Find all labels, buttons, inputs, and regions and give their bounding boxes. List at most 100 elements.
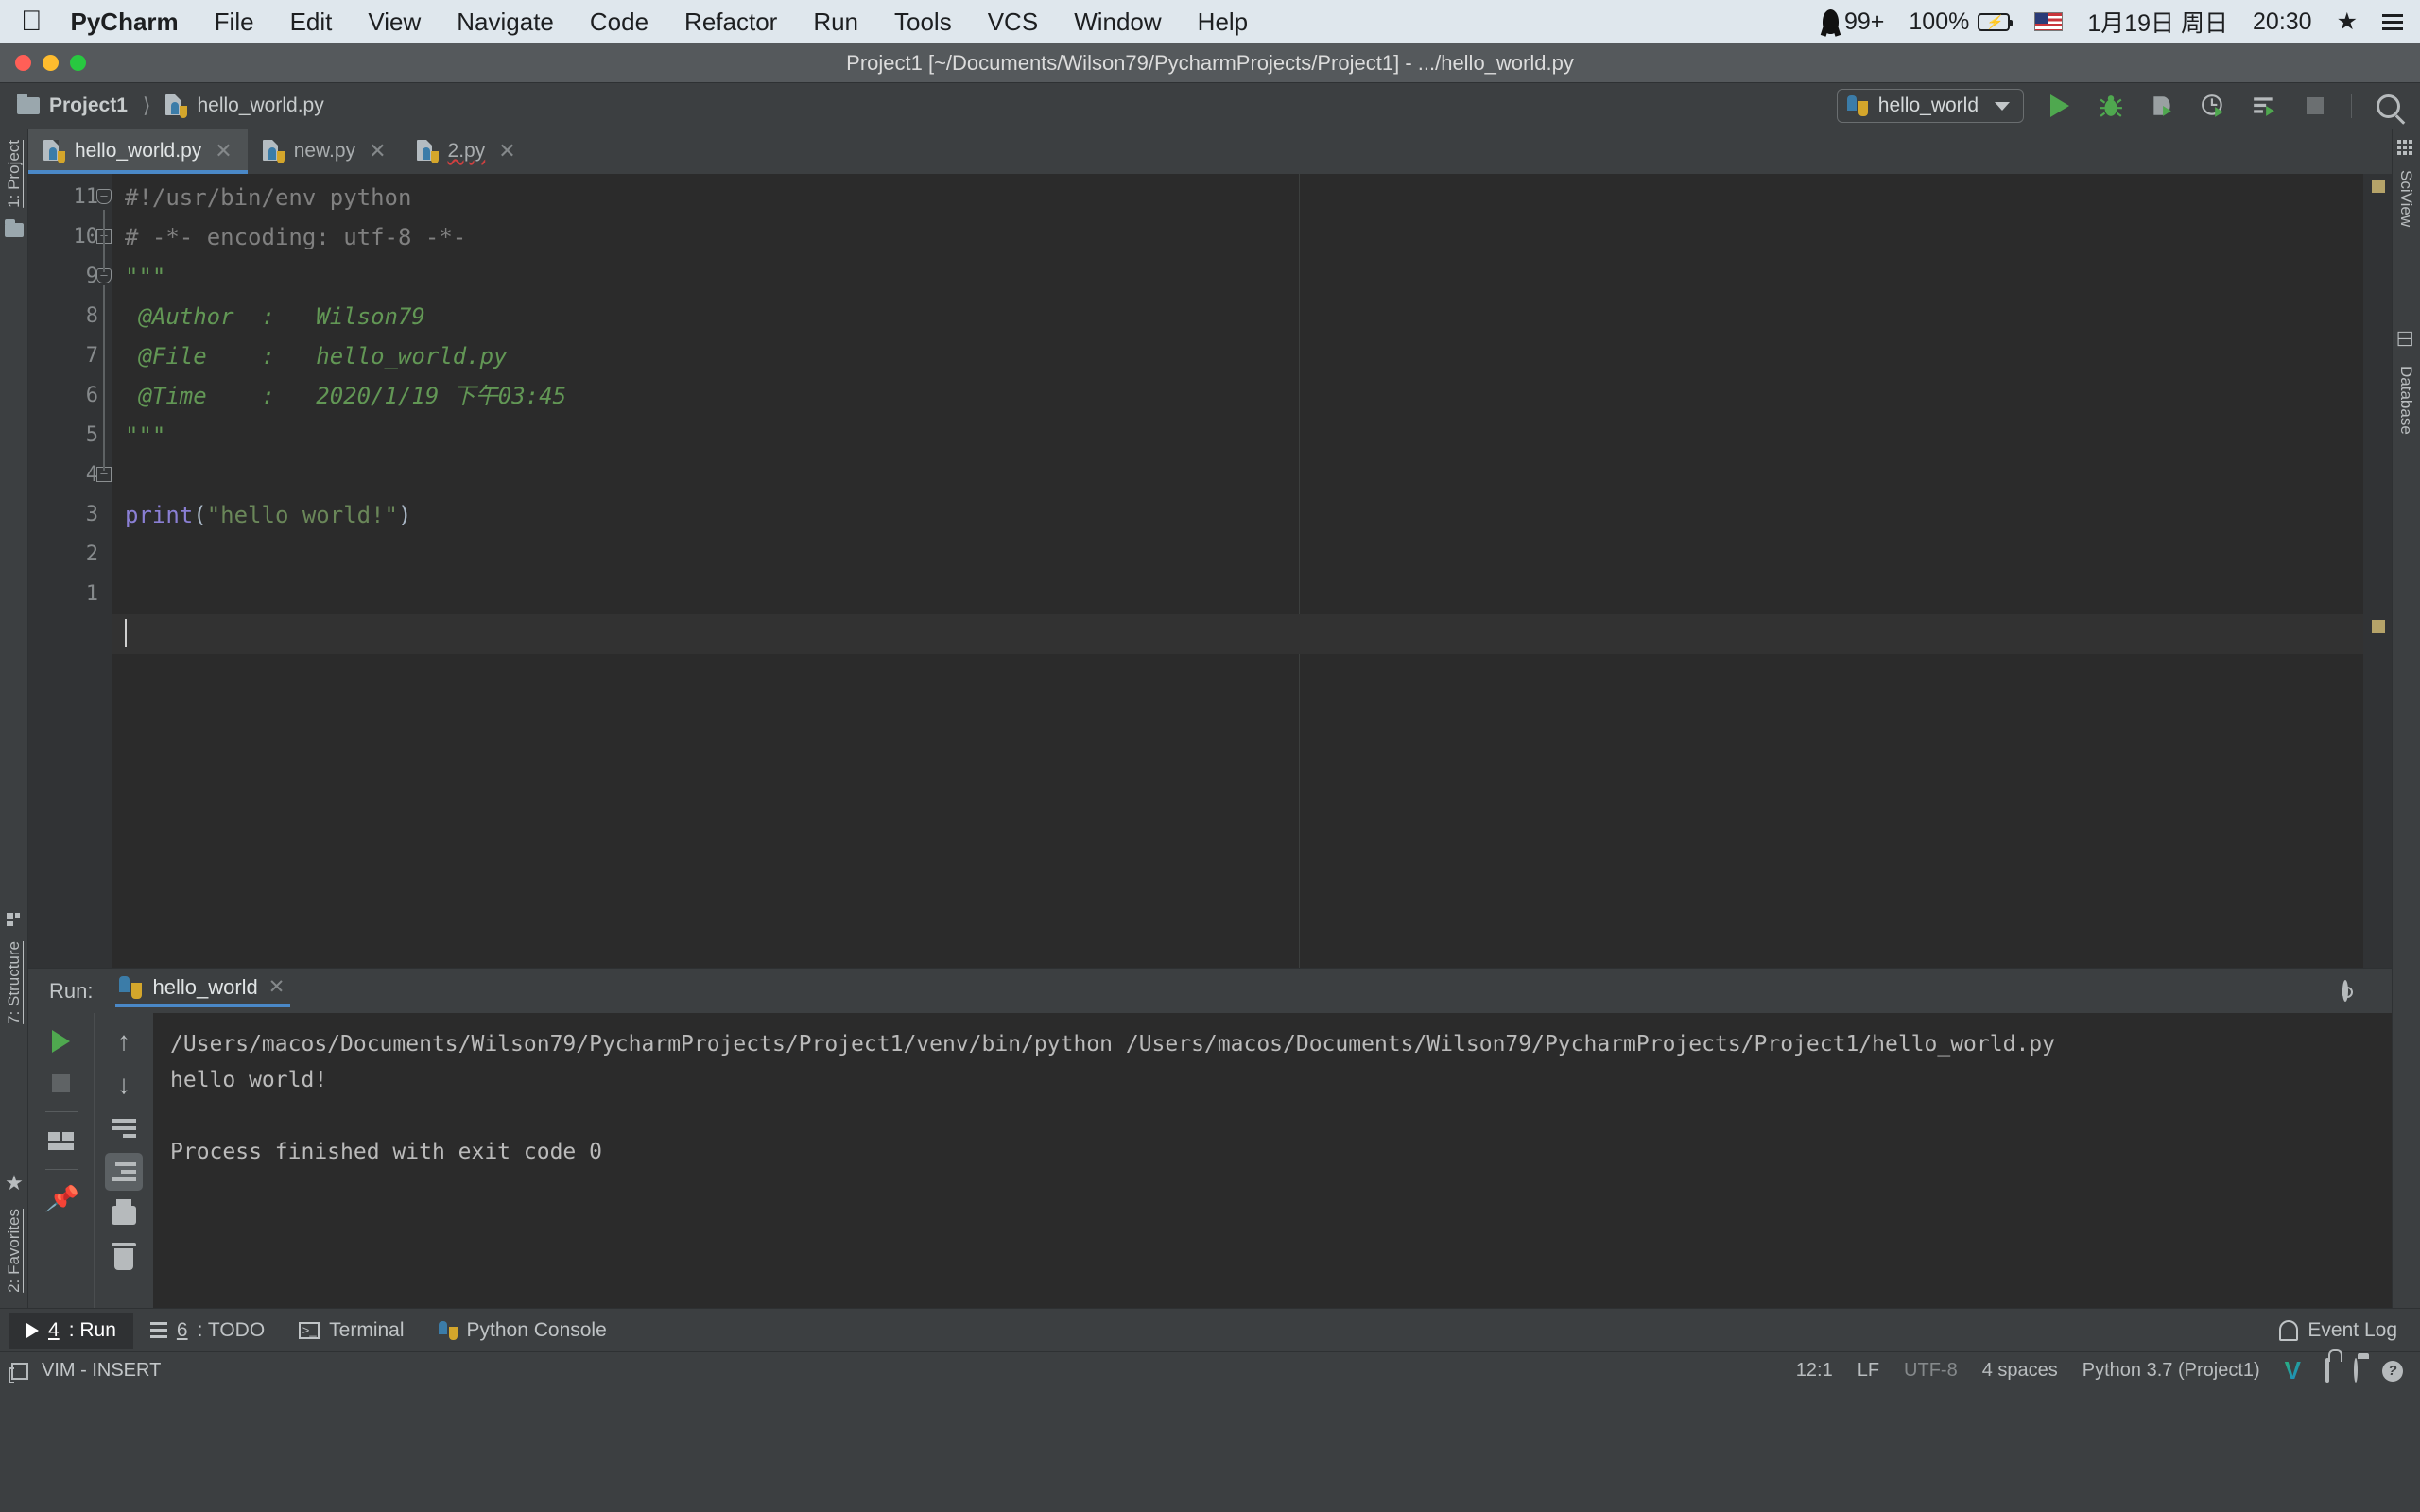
python-interpreter[interactable]: Python 3.7 (Project1) [2083, 1360, 2260, 1382]
qq-badge: 99+ [1843, 8, 1885, 35]
menu-item-file[interactable]: File [215, 8, 254, 37]
tab-new-py[interactable]: new.py ✕ [248, 129, 402, 174]
menu-item-refactor[interactable]: Refactor [684, 8, 777, 37]
menu-item-tools[interactable]: Tools [894, 8, 952, 37]
fold-region-line [103, 285, 105, 471]
trash-icon[interactable] [105, 1240, 143, 1278]
menu-item-window[interactable]: Window [1074, 8, 1161, 37]
sidebar-item-favorites[interactable]: 2: Favorites ★ [5, 1171, 24, 1293]
arrow-up-icon[interactable]: ↑ [105, 1022, 143, 1060]
vim-mode-indicator: VIM - INSERT [42, 1360, 162, 1381]
lock-icon[interactable] [2325, 1358, 2329, 1383]
minimize-window-button[interactable] [43, 55, 59, 71]
bug-icon[interactable] [2096, 91, 2126, 121]
hector-inspection-icon[interactable] [2354, 1358, 2358, 1383]
python-file-icon [165, 94, 188, 118]
toolbar-divider [44, 1169, 78, 1170]
menu-item-edit[interactable]: Edit [290, 8, 333, 37]
indent-setting[interactable]: 4 spaces [1982, 1360, 2058, 1382]
bottom-item-run[interactable]: 4: Run [9, 1312, 133, 1349]
menu-item-vcs[interactable]: VCS [988, 8, 1038, 37]
sidebar-item-database[interactable]: ◫ Database [2395, 327, 2416, 435]
line-separator[interactable]: LF [1858, 1360, 1879, 1382]
python-icon [119, 975, 143, 999]
sidebar-item-structure[interactable]: 7: Structure [5, 913, 24, 1024]
menubar-time: 20:30 [2253, 8, 2312, 35]
stop-process-button[interactable] [43, 1064, 80, 1102]
file-encoding[interactable]: UTF-8 [1904, 1360, 1958, 1382]
qq-icon [1822, 9, 1839, 34]
soft-wrap-icon[interactable] [105, 1109, 143, 1147]
gear-icon[interactable] [2342, 979, 2348, 1002]
breadcrumb-project1[interactable]: Project1 [49, 94, 128, 117]
window-icon[interactable] [9, 1362, 28, 1383]
run-tab-label: hello_world [152, 974, 258, 999]
run-left-toolbar: 📌 [28, 1013, 95, 1308]
stop-icon[interactable] [2300, 91, 2330, 121]
close-icon[interactable]: ✕ [498, 139, 515, 163]
run-configuration-selector[interactable]: hello_world [1836, 89, 2024, 123]
error-stripe-gutter[interactable] [2363, 174, 2392, 968]
line-number: 2 [85, 542, 98, 566]
folder-icon [5, 218, 24, 237]
star-icon[interactable]: ★ [2337, 8, 2358, 36]
arrow-down-icon[interactable]: ↓ [105, 1066, 143, 1104]
tab-hello-world-py[interactable]: hello_world.py ✕ [28, 129, 248, 174]
restore-layout-button[interactable] [43, 1122, 80, 1160]
help-icon[interactable]: ? [2382, 1360, 2403, 1382]
bottom-item-python-console[interactable]: Python Console [422, 1313, 624, 1349]
breadcrumb-hello-world[interactable]: hello_world.py [197, 94, 323, 117]
code-line: # -*- encoding: utf-8 -*- [125, 224, 467, 250]
menu-item-pycharm[interactable]: PyCharm [71, 8, 179, 37]
run-tab-hello-world[interactable]: hello_world ✕ [115, 975, 296, 1007]
sidebar-item-project-label: 1: Project [5, 140, 23, 208]
window-titlebar: Project1 [~/Documents/Wilson79/PycharmPr… [0, 43, 2420, 83]
menu-item-navigate[interactable]: Navigate [457, 8, 554, 37]
search-icon[interactable] [2373, 91, 2403, 121]
vcs-branch-icon[interactable]: V [2285, 1356, 2301, 1385]
close-icon[interactable]: ✕ [268, 975, 285, 999]
bottom-item-run-num: 4 [48, 1318, 60, 1341]
close-icon[interactable]: ✕ [369, 139, 386, 163]
run-configuration-name: hello_world [1877, 94, 1979, 116]
menu-item-view[interactable]: View [368, 8, 421, 37]
pin-tab-button[interactable]: 📌 [43, 1179, 80, 1217]
qq-status-item[interactable]: 99+ [1822, 8, 1885, 36]
sidebar-item-database-label: Database [2397, 366, 2415, 435]
fold-marker-shebang-icon[interactable]: – [96, 189, 112, 204]
stripe-caret-marker[interactable] [2372, 620, 2385, 633]
code-text-area[interactable]: #!/usr/bin/env python # -*- encoding: ut… [112, 174, 2392, 968]
battery-percent: 100% [1909, 8, 1970, 35]
apple-icon[interactable]:  [21, 8, 43, 36]
menu-item-code[interactable]: Code [590, 8, 648, 37]
caret-line [112, 614, 2392, 654]
event-log-button[interactable]: Event Log [2279, 1319, 2397, 1342]
close-window-button[interactable] [15, 55, 31, 71]
close-icon[interactable]: ✕ [215, 139, 232, 163]
scroll-end-icon[interactable] [105, 1153, 143, 1191]
menu-item-help[interactable]: Help [1198, 8, 1248, 37]
mac-status-items: 99+ 100% ⚡ 1月19日 周日 20:30 ★ [1822, 0, 2403, 43]
line-number: 3 [85, 503, 98, 526]
coverage-icon[interactable] [2147, 91, 2177, 121]
sidebar-item-sciview[interactable]: SciView [2396, 140, 2415, 227]
us-flag-icon[interactable] [2034, 12, 2064, 31]
tab-2-py[interactable]: 2.py ✕ [402, 129, 531, 174]
bottom-item-terminal[interactable]: >_ Terminal [282, 1313, 421, 1349]
menu-item-run[interactable]: Run [813, 8, 858, 37]
run-console-icon[interactable] [2249, 91, 2279, 121]
code-editor[interactable]: 11 10 9 8 7 6 5 4 3 2 1 – – – – #!/usr [28, 174, 2392, 968]
maximize-window-button[interactable] [70, 55, 86, 71]
sidebar-item-project[interactable]: 1: Project [5, 140, 24, 237]
rerun-button[interactable] [43, 1022, 80, 1060]
list-icon[interactable] [2382, 13, 2403, 30]
run-button[interactable] [2045, 91, 2075, 121]
caret-position[interactable]: 12:1 [1796, 1360, 1833, 1382]
bottom-item-todo[interactable]: 6: TODO [133, 1313, 282, 1349]
profile-icon[interactable] [2198, 91, 2228, 121]
printer-icon[interactable] [105, 1196, 143, 1234]
stripe-warning-marker[interactable] [2372, 180, 2385, 193]
console-output[interactable]: /Users/macos/Documents/Wilson79/PycharmP… [153, 1013, 2392, 1308]
grid-icon [2397, 140, 2414, 155]
battery-status-item[interactable]: 100% ⚡ [1909, 8, 2014, 36]
